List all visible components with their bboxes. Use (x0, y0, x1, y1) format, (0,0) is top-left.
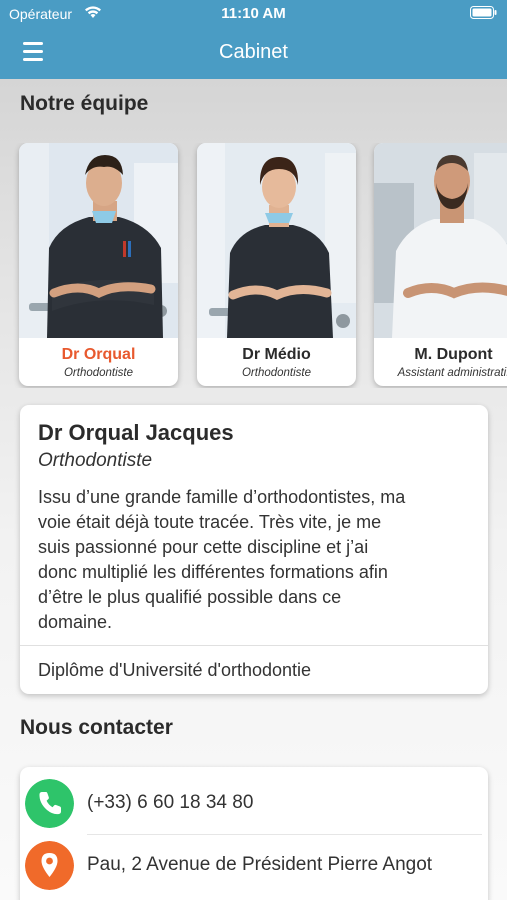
team-name: M. Dupont (414, 346, 493, 363)
member-diploma: Diplôme d'Université d'orthodontie (38, 660, 312, 680)
phone-icon (25, 779, 74, 828)
team-carousel[interactable]: Dr Orqual Orthodontiste Dr Médio Orthodo… (0, 143, 507, 388)
contact-phone: (+33) 6 60 18 34 80 (87, 792, 254, 813)
team-card-medio[interactable]: Dr Médio Orthodontiste (197, 143, 356, 386)
contact-section-title: Nous contacter (20, 716, 173, 739)
team-photo-orqual (19, 143, 178, 338)
bio-line: domaine. (38, 612, 113, 632)
bio-line: Issu d’une grande famille d’orthodontist… (38, 487, 406, 507)
team-photo-dupont (374, 143, 507, 338)
bio-line: donc multiplié les différentes formation… (38, 562, 388, 582)
team-card-dupont[interactable]: M. Dupont Assistant administratif (374, 143, 507, 386)
team-name: Dr Médio (242, 346, 311, 363)
member-bio: Issu d’une grande famille d’orthodontist… (38, 485, 478, 635)
team-role: Orthodontiste (241, 367, 312, 379)
battery-icon (470, 6, 497, 19)
member-role: Orthodontiste (38, 450, 153, 471)
team-photo-medio (197, 143, 356, 338)
contact-address: Pau, 2 Avenue de Président Pierre Angot (87, 854, 433, 875)
team-name: Dr Orqual (61, 346, 136, 363)
page-title: Cabinet (219, 41, 288, 63)
bio-line: voie était déjà toute tracée. Très vite,… (38, 512, 382, 532)
status-time: 11:10 AM (221, 5, 286, 22)
divider (20, 645, 488, 646)
team-role: Orthodontiste (63, 367, 134, 379)
contact-card: (+33) 6 60 18 34 80 Pau, 2 Avenue de Pré… (20, 767, 488, 900)
team-section-title: Notre équipe (20, 92, 149, 115)
member-detail-card: Dr Orqual Jacques Orthodontiste Issu d’u… (20, 405, 488, 694)
bio-line: suis passionné pour cette discipline et … (38, 537, 369, 557)
member-full-name: Dr Orqual Jacques (38, 420, 234, 445)
status-bar: Opérateur 11:10 AM (0, 0, 507, 28)
team-card-orqual[interactable]: Dr Orqual Orthodontiste (19, 143, 178, 386)
location-pin-icon (25, 841, 74, 890)
bio-line: d’être le plus qualifié possible dans ce (38, 587, 342, 607)
team-role: Assistant administratif (397, 367, 507, 379)
nav-bar: Cabinet (0, 28, 507, 79)
contact-phone-row[interactable]: (+33) 6 60 18 34 80 (20, 767, 488, 829)
contact-address-row[interactable]: Pau, 2 Avenue de Président Pierre Angot (20, 829, 488, 891)
